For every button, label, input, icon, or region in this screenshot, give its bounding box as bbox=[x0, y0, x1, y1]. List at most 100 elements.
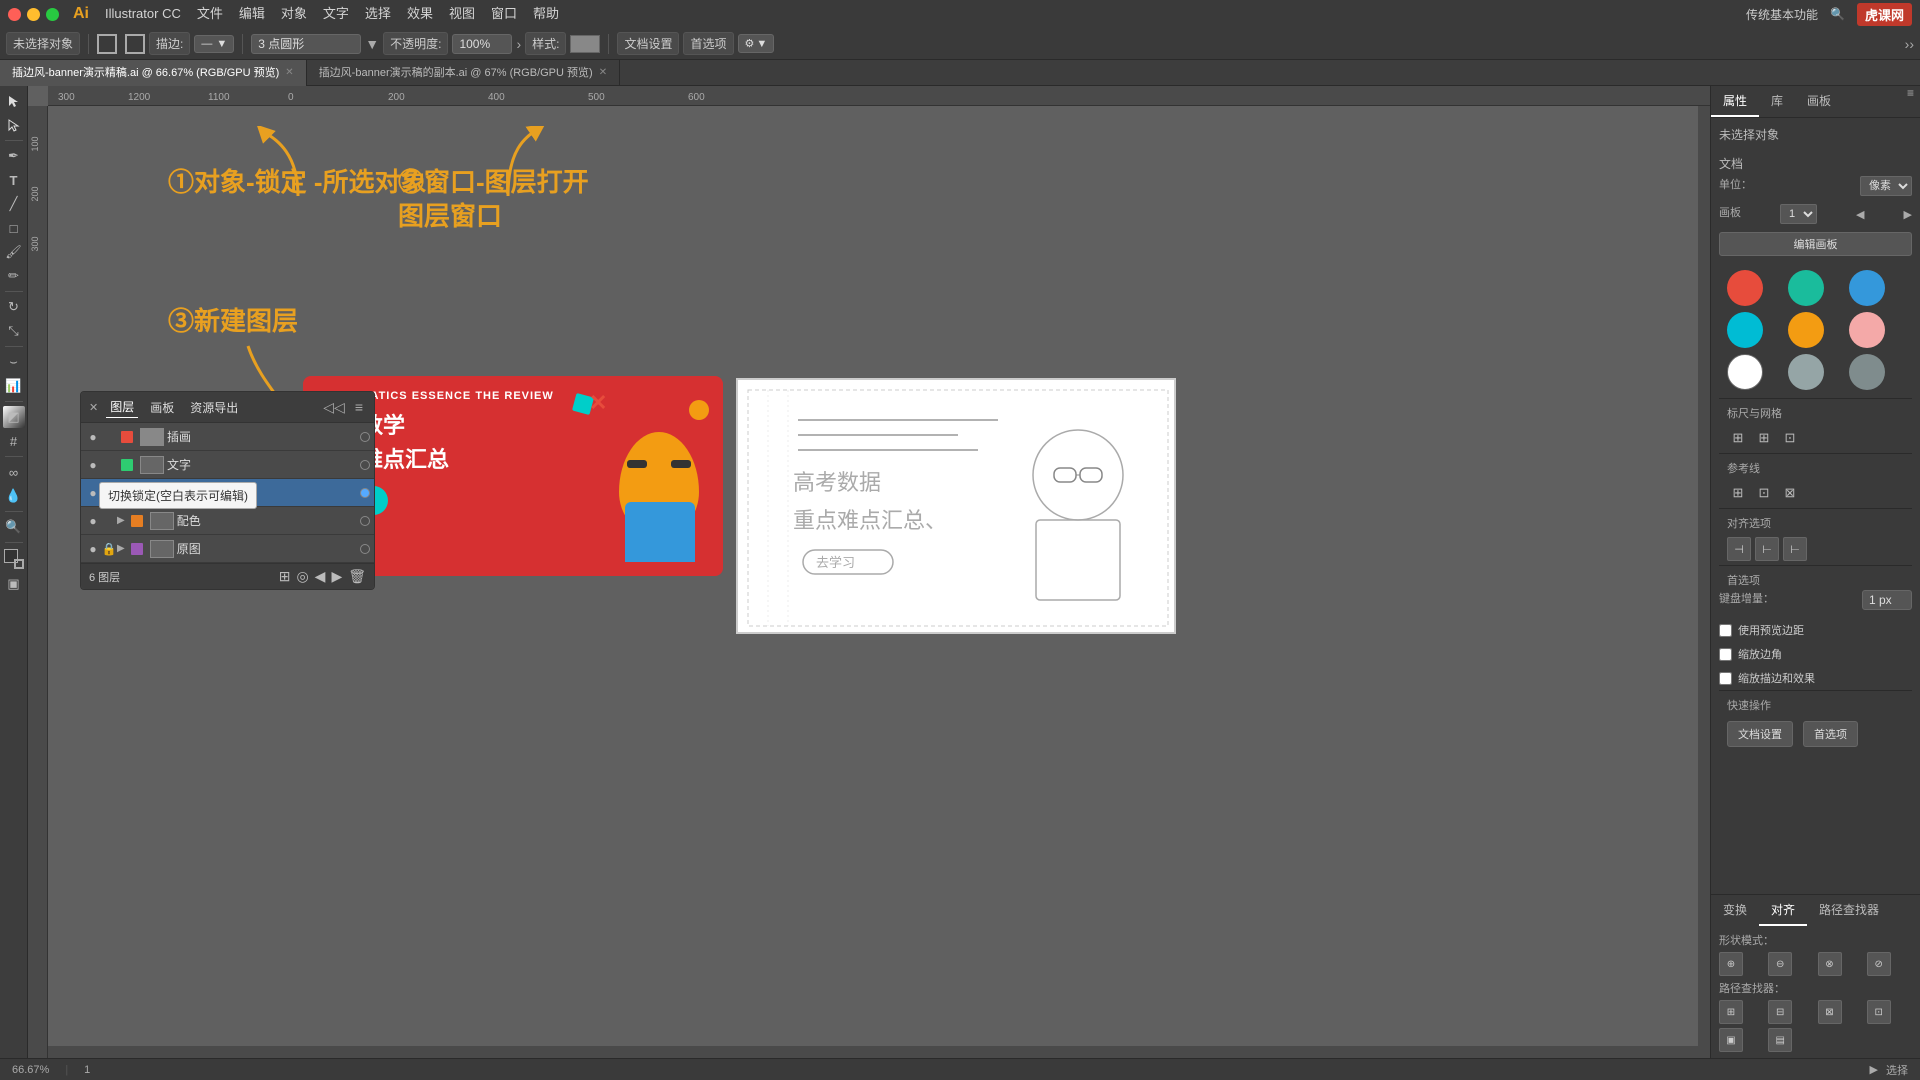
swatch-white[interactable] bbox=[1727, 354, 1763, 390]
make-comp-icon[interactable]: ◎ bbox=[296, 568, 308, 585]
minus-back-btn[interactable]: ▤ bbox=[1768, 1028, 1792, 1052]
keyboard-input[interactable] bbox=[1862, 590, 1912, 610]
artboard-next[interactable]: ▶ bbox=[1904, 208, 1912, 221]
new-layer-icon[interactable]: ⊞ bbox=[279, 568, 291, 585]
opacity-input[interactable] bbox=[452, 34, 512, 54]
swatch-blue[interactable] bbox=[1849, 270, 1885, 306]
menu-view[interactable]: 视图 bbox=[441, 0, 483, 28]
gradient-tool[interactable]: ◩ bbox=[3, 406, 25, 428]
panel-tab-properties[interactable]: 属性 bbox=[1711, 86, 1759, 117]
canvas-area[interactable]: 300 1200 1100 0 200 400 500 600 100 200 … bbox=[28, 86, 1710, 1058]
menu-file[interactable]: 文件 bbox=[189, 0, 231, 28]
next-layer-icon[interactable]: ▶ bbox=[331, 568, 342, 585]
menu-object[interactable]: 对象 bbox=[273, 0, 315, 28]
trash-icon[interactable]: 🗑 bbox=[348, 568, 366, 585]
artboard-select[interactable]: 1 bbox=[1780, 204, 1817, 224]
align-center-h[interactable]: ⊢ bbox=[1755, 537, 1779, 561]
menu-text[interactable]: 文字 bbox=[315, 0, 357, 28]
mesh-tool[interactable]: # bbox=[3, 430, 25, 452]
minimize-btn[interactable] bbox=[27, 8, 40, 21]
tab-main[interactable]: 插边风-banner演示精稿.ai @ 66.67% (RGB/GPU 预览) … bbox=[0, 60, 307, 86]
more-options-btn[interactable]: ⚙ ▼ bbox=[738, 34, 775, 53]
tab-copy-close[interactable]: ✕ bbox=[599, 60, 607, 86]
layer-row-0[interactable]: ● 插画 bbox=[81, 423, 374, 451]
intersect-btn[interactable]: ⊗ bbox=[1818, 952, 1842, 976]
menu-effects[interactable]: 效果 bbox=[399, 0, 441, 28]
layers-tab-artboards[interactable]: 画板 bbox=[146, 397, 178, 418]
pen-tool[interactable]: ✒ bbox=[3, 145, 25, 167]
preview-bounds-label[interactable]: 使用预览边距 bbox=[1719, 622, 1912, 638]
swatch-teal[interactable] bbox=[1788, 270, 1824, 306]
scale-strokes-check[interactable] bbox=[1719, 672, 1732, 685]
menu-illustrator[interactable]: Illustrator CC bbox=[97, 0, 189, 28]
search-icon[interactable]: 🔍 bbox=[1830, 7, 1845, 21]
maximize-btn[interactable] bbox=[46, 8, 59, 21]
layers-panel-menu[interactable]: ≡ bbox=[352, 399, 366, 416]
line-tool[interactable]: ╱ bbox=[3, 193, 25, 215]
units-select[interactable]: 像素 bbox=[1860, 176, 1912, 196]
shape-dropdown-icon[interactable]: ▼ bbox=[365, 36, 379, 52]
prev-layer-icon[interactable]: ◀ bbox=[315, 568, 326, 585]
layer-eye-3[interactable]: ● bbox=[85, 513, 101, 529]
layer-lock-4[interactable]: 🔒 bbox=[101, 541, 117, 557]
shape-input[interactable] bbox=[251, 34, 361, 54]
workspace-label[interactable]: 传统基本功能 bbox=[1746, 6, 1818, 23]
pencil-tool[interactable]: ✏ bbox=[3, 265, 25, 287]
preview-bounds-check[interactable] bbox=[1719, 624, 1732, 637]
brush-tool[interactable]: 🖌 bbox=[3, 241, 25, 263]
select-tool[interactable] bbox=[3, 90, 25, 112]
menu-edit[interactable]: 编辑 bbox=[231, 0, 273, 28]
swatch-dark-gray[interactable] bbox=[1849, 354, 1885, 390]
swatch-red[interactable] bbox=[1727, 270, 1763, 306]
preferences-btn[interactable]: 首选项 bbox=[683, 32, 733, 55]
align-right[interactable]: ⊢ bbox=[1783, 537, 1807, 561]
artboard-prev[interactable]: ◀ bbox=[1856, 208, 1864, 221]
layers-tab-export[interactable]: 资源导出 bbox=[186, 397, 242, 418]
layer-eye-1[interactable]: ● bbox=[85, 457, 101, 473]
panel-more-btn[interactable]: ≡ bbox=[1901, 86, 1920, 117]
outline-btn[interactable]: ▣ bbox=[1719, 1028, 1743, 1052]
layers-tab-layers[interactable]: 图层 bbox=[106, 396, 138, 418]
eyedropper-tool[interactable]: 💧 bbox=[3, 485, 25, 507]
swatch-orange[interactable] bbox=[1788, 312, 1824, 348]
trim-btn[interactable]: ⊟ bbox=[1768, 1000, 1792, 1024]
panel-toggle-icon[interactable]: ›› bbox=[1905, 36, 1914, 52]
screen-mode-tool[interactable]: ▣ bbox=[3, 573, 25, 595]
stroke-dropdown[interactable]: — ▼ bbox=[194, 35, 234, 53]
style-swatch[interactable] bbox=[570, 35, 600, 53]
stroke-tool[interactable] bbox=[14, 559, 24, 569]
shape-tool[interactable]: □ bbox=[3, 217, 25, 239]
scrollbar-vertical[interactable] bbox=[1698, 106, 1710, 1046]
layer-row-4[interactable]: ● 🔒 ▶ 原图 bbox=[81, 535, 374, 563]
grid-icon[interactable]: ⊞ bbox=[1753, 427, 1775, 449]
panel-tab-libraries[interactable]: 库 bbox=[1759, 86, 1795, 117]
swatch-cyan[interactable] bbox=[1727, 312, 1763, 348]
blend-tool[interactable]: ∞ bbox=[3, 461, 25, 483]
rotate-tool[interactable]: ↻ bbox=[3, 296, 25, 318]
scale-tool[interactable]: ⤡ bbox=[3, 320, 25, 342]
menu-help[interactable]: 帮助 bbox=[525, 0, 567, 28]
layers-panel-close[interactable]: ✕ bbox=[89, 401, 98, 414]
scrollbar-horizontal[interactable] bbox=[48, 1046, 1710, 1058]
ruler-icon[interactable]: ⊞ bbox=[1727, 427, 1749, 449]
minus-front-btn[interactable]: ⊖ bbox=[1768, 952, 1792, 976]
bottom-tab-pathfinder[interactable]: 路径查找器 bbox=[1807, 895, 1891, 926]
round-corners-label[interactable]: 缩放边角 bbox=[1719, 646, 1912, 662]
swatch-gray[interactable] bbox=[1788, 354, 1824, 390]
qa-preferences[interactable]: 首选项 bbox=[1803, 721, 1858, 747]
layer-lock-1[interactable] bbox=[101, 457, 117, 473]
exclude-btn[interactable]: ⊘ bbox=[1867, 952, 1891, 976]
stroke-color-btn[interactable] bbox=[125, 34, 145, 54]
layer-expand-3[interactable]: ▶ bbox=[117, 515, 125, 526]
edit-artboard-btn[interactable]: 编辑画板 bbox=[1719, 232, 1912, 256]
warp-tool[interactable]: ⌣ bbox=[3, 351, 25, 373]
zoom-tool[interactable]: 🔍 bbox=[3, 516, 25, 538]
tab-main-close[interactable]: ✕ bbox=[285, 60, 293, 86]
guide-icon2[interactable]: ⊡ bbox=[1753, 482, 1775, 504]
layer-lock-3[interactable] bbox=[101, 513, 117, 529]
graph-tool[interactable]: 📊 bbox=[3, 375, 25, 397]
scale-strokes-label[interactable]: 缩放描边和效果 bbox=[1719, 670, 1912, 686]
crop-btn[interactable]: ⊡ bbox=[1867, 1000, 1891, 1024]
menu-window[interactable]: 窗口 bbox=[483, 0, 525, 28]
layer-row-3[interactable]: ● ▶ 配色 bbox=[81, 507, 374, 535]
